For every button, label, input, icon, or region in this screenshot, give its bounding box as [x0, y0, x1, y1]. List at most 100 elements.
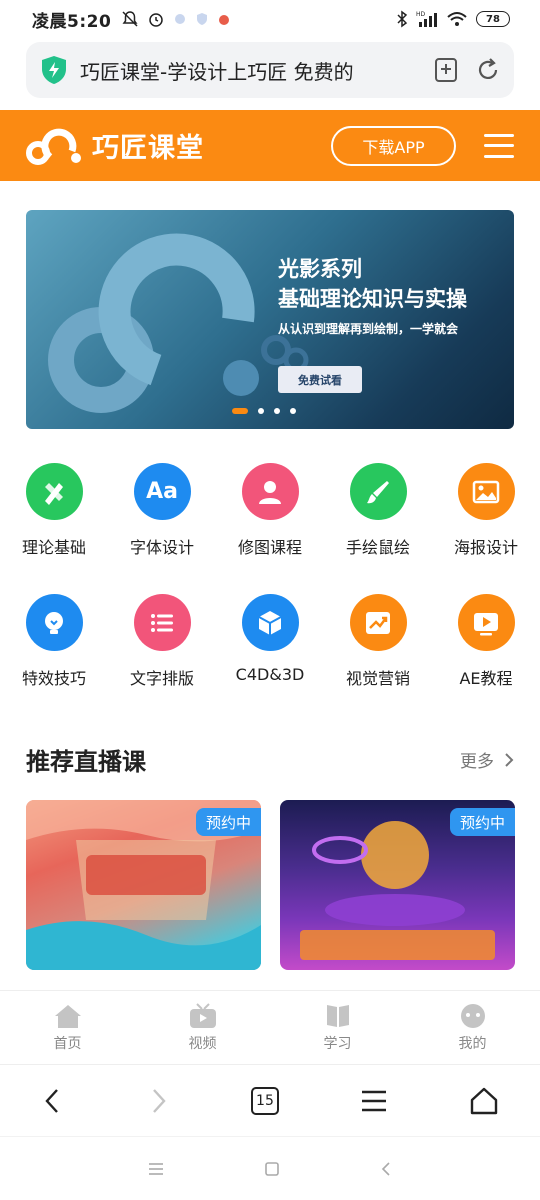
status-notification-icons — [121, 10, 231, 28]
section-title: 推荐直播课 — [26, 748, 146, 776]
system-back-icon[interactable] — [380, 1161, 392, 1177]
font-aa-icon: Aa — [133, 463, 191, 520]
category-ae-tutorial[interactable]: AE教程 — [432, 594, 540, 689]
play-icon — [457, 594, 515, 651]
category-font-design[interactable]: Aa 字体设计 — [108, 463, 216, 558]
download-app-button[interactable]: 下载APP — [331, 125, 456, 166]
browser-menu-icon[interactable] — [360, 1089, 388, 1113]
category-label: 理论基础 — [21, 538, 86, 557]
category-label: 海报设计 — [453, 538, 518, 557]
banner-free-trial-button[interactable]: 免费试看 — [278, 366, 362, 393]
tabs-count: 15 — [256, 1092, 274, 1109]
banner-title-line1: 光影系列 — [278, 257, 362, 281]
category-poster-design[interactable]: 海报设计 — [432, 463, 540, 558]
pencil-ruler-icon — [25, 463, 83, 520]
more-label: 更多 — [460, 752, 494, 772]
forward-icon[interactable] — [146, 1087, 170, 1115]
category-hand-drawing[interactable]: 手绘鼠绘 — [324, 463, 432, 558]
url-text[interactable]: 巧匠课堂-学设计上巧匠 免费的 — [80, 56, 424, 85]
system-nav-bar — [0, 1136, 540, 1200]
app-tab-bar: 首页 视频 学习 我的 — [0, 990, 540, 1064]
carousel-dots[interactable] — [232, 408, 296, 414]
browser-home-icon[interactable] — [469, 1087, 499, 1115]
profile-icon — [460, 1003, 485, 1028]
tv-icon — [189, 1002, 216, 1028]
bell-off-icon — [122, 11, 138, 27]
carousel-dot[interactable] — [274, 408, 280, 414]
bookmark-add-icon[interactable] — [434, 57, 458, 83]
logo-mark-icon — [26, 128, 81, 165]
category-effects[interactable]: 特效技巧 — [0, 594, 108, 689]
brush-icon — [349, 463, 407, 520]
tab-study[interactable]: 学习 — [270, 991, 405, 1064]
category-label: 字体设计 — [129, 538, 194, 557]
tab-label: 视频 — [188, 1035, 217, 1052]
category-label: 视觉营销 — [345, 669, 410, 688]
alarm-icon — [149, 13, 164, 27]
user-icon — [241, 463, 299, 520]
category-typography[interactable]: 文字排版 — [108, 594, 216, 689]
more-link[interactable]: 更多 — [460, 747, 514, 772]
svg-text:HD: HD — [416, 11, 426, 18]
chevron-right-icon — [505, 752, 514, 767]
tab-profile[interactable]: 我的 — [405, 991, 540, 1064]
carousel-dot[interactable] — [290, 408, 296, 414]
promo-banner[interactable]: 光影系列 基础理论知识与实操 从认识到理解再到绘制，一学就会 免费试看 — [26, 210, 514, 429]
category-label: C4D&3D — [235, 665, 305, 684]
category-grid: 理论基础 Aa 字体设计 修图课程 手绘鼠绘 海报设计 特效技巧 文字排版 C4… — [0, 463, 540, 689]
status-bar: 凌晨5:20 HD 78 — [0, 0, 540, 38]
tabs-count-button[interactable]: 15 — [250, 1086, 279, 1115]
book-icon — [326, 1004, 349, 1027]
category-visual-marketing[interactable]: 视觉营销 — [324, 594, 432, 689]
image-icon — [457, 463, 515, 520]
banner-subtitle: 从认识到理解再到绘制，一学就会 — [278, 322, 459, 336]
tab-home[interactable]: 首页 — [0, 991, 135, 1064]
tab-label: 我的 — [458, 1035, 487, 1052]
list-icon — [133, 594, 191, 651]
signal-icon: HD — [416, 11, 437, 27]
app-notification-icon — [175, 14, 186, 24]
category-label: AE教程 — [459, 669, 513, 688]
refresh-icon[interactable] — [476, 57, 500, 83]
system-home-icon[interactable] — [264, 1161, 280, 1177]
app-header: 巧匠课堂 下载APP — [0, 110, 540, 181]
wifi-icon — [447, 12, 467, 26]
category-label: 手绘鼠绘 — [345, 538, 410, 557]
hamburger-menu-icon[interactable] — [484, 133, 514, 158]
category-theory-basics[interactable]: 理论基础 — [0, 463, 108, 558]
bluetooth-icon — [397, 10, 408, 28]
trend-icon — [349, 594, 407, 651]
live-course-card[interactable]: 预约中 — [26, 800, 261, 970]
tab-label: 首页 — [53, 1035, 82, 1052]
tab-video[interactable]: 视频 — [135, 991, 270, 1064]
tab-label: 学习 — [323, 1035, 352, 1052]
shield-check-icon — [42, 56, 66, 84]
status-time: 凌晨5:20 — [32, 11, 112, 32]
category-c4d-3d[interactable]: C4D&3D — [216, 594, 324, 689]
live-course-card[interactable]: 预约中 — [280, 800, 515, 970]
cube-icon — [241, 594, 299, 651]
carousel-dot-active[interactable] — [232, 408, 248, 414]
reservation-badge: 预约中 — [195, 808, 261, 836]
brand-logo[interactable]: 巧匠课堂 — [26, 126, 204, 165]
battery-indicator: 78 — [476, 11, 510, 27]
banner-text: 光影系列 基础理论知识与实操 从认识到理解再到绘制，一学就会 — [278, 254, 467, 337]
shield-notification-icon — [197, 13, 208, 25]
home-icon — [54, 1004, 81, 1028]
battery-level: 78 — [486, 13, 500, 25]
reservation-badge: 预约中 — [449, 808, 515, 836]
category-label: 特效技巧 — [21, 669, 86, 688]
lightbulb-icon — [25, 594, 83, 651]
back-icon[interactable] — [41, 1087, 65, 1115]
category-label: 修图课程 — [237, 538, 302, 557]
brand-name: 巧匠课堂 — [92, 133, 204, 164]
weibo-notification-icon — [219, 15, 230, 25]
category-label: 文字排版 — [129, 669, 194, 688]
carousel-dot[interactable] — [258, 408, 264, 414]
url-bar[interactable]: 巧匠课堂-学设计上巧匠 免费的 — [26, 42, 514, 98]
category-photo-retouch[interactable]: 修图课程 — [216, 463, 324, 558]
browser-toolbar: 15 — [0, 1064, 540, 1136]
recents-icon[interactable] — [148, 1162, 164, 1176]
status-system-icons: HD 78 — [396, 10, 510, 28]
live-courses-header: 推荐直播课 更多 — [26, 742, 514, 777]
